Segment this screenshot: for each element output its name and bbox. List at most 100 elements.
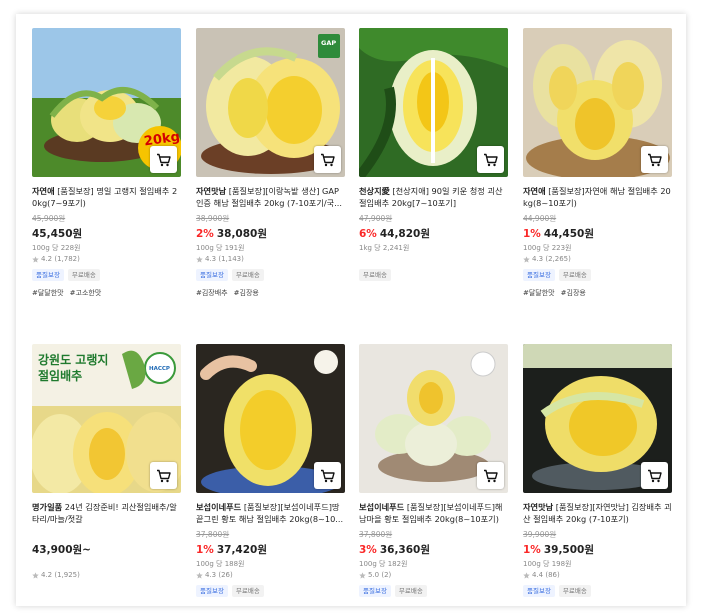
cart-icon — [156, 153, 171, 167]
quality-guarantee-badge: 품질보장 — [523, 585, 555, 597]
product-image[interactable]: 강원도 고랭지 절임배추 HACCP — [32, 344, 181, 493]
badge-list: 무료배송 — [359, 269, 508, 281]
price-row: 1% 39,500원 — [523, 542, 672, 556]
add-to-cart-button[interactable] — [150, 462, 177, 489]
product-image[interactable]: GAP — [196, 28, 345, 177]
cart-icon — [483, 153, 498, 167]
add-to-cart-button[interactable] — [477, 462, 504, 489]
product-card[interactable]: GAP 자연맛남 [품질보장][이랑녹밭 생산] GAP 인증 해남 절임배추 … — [196, 28, 345, 298]
star-icon — [523, 255, 530, 263]
brand-name: 자연맛남 — [196, 186, 227, 196]
rating: 5.0 (2) — [359, 570, 508, 580]
product-card[interactable]: 보섭이네푸드 [품질보장][보섭이네푸드]땅끝그린 황토 해남 절임배추 20k… — [196, 344, 345, 606]
product-title[interactable]: 보섭이네푸드 [품질보장][보섭이네푸드]땅끝그린 황토 해남 절임배추 20k… — [196, 501, 345, 525]
hashtag-link[interactable]: #김장용 — [234, 288, 259, 298]
price-row: 2% 38,080원 — [196, 226, 345, 240]
product-grid-panel: 20kg 자연애 [품질보장] 명일 고랭지 절임배추 20kg(7~9포기) … — [16, 14, 686, 606]
product-card[interactable]: 20kg 자연애 [품질보장] 명일 고랭지 절임배추 20kg(7~9포기) … — [32, 28, 181, 298]
free-shipping-badge: 무료배송 — [231, 269, 264, 281]
hashtag-list — [523, 604, 672, 606]
product-image[interactable] — [359, 28, 508, 177]
brand-name: 자연애 — [523, 186, 546, 196]
product-title[interactable]: 천상지愛 [천상지애] 90일 키운 청정 괴산 절임배추 20kg[7~10포… — [359, 185, 508, 209]
original-price: 38,900원 — [196, 214, 230, 223]
rating-text: 4.4 (86) — [532, 571, 560, 579]
sale-price: 37,420원 — [216, 544, 268, 556]
unit-price: 100g 당 188원 — [196, 560, 245, 568]
add-to-cart-button[interactable] — [314, 146, 341, 173]
product-title[interactable]: 자연애 [품질보장] 명일 고랭지 절임배추 20kg(7~9포기) — [32, 185, 181, 209]
hashtag-link[interactable]: #고소한맛 — [70, 288, 102, 298]
original-price: 37,800원 — [359, 530, 393, 539]
product-title[interactable]: 보섭이네푸드 [품질보장][보섭이네푸드]해남마을 황토 절임배추 20kg(8… — [359, 501, 508, 525]
product-image[interactable] — [196, 344, 345, 493]
brand-name: 자연맛남 — [523, 502, 554, 512]
sale-price: 43,900원~ — [32, 544, 91, 556]
add-to-cart-button[interactable] — [641, 146, 668, 173]
original-price: 39,900원 — [523, 530, 557, 539]
sale-price: 45,450원 — [32, 228, 83, 240]
unit-price: 100g 당 198원 — [523, 560, 572, 568]
product-image[interactable] — [523, 344, 672, 493]
product-card[interactable]: 자연애 [품질보장]자연애 해남 절임배추 20kg(8~10포기) 44,90… — [523, 28, 672, 298]
price-row: 43,900원~ — [32, 542, 181, 556]
product-image[interactable]: 20kg — [32, 28, 181, 177]
product-card[interactable]: 자연맛남 [품질보장][자연맛남] 김장배추 괴산 절임배추 20kg (7-1… — [523, 344, 672, 606]
add-to-cart-button[interactable] — [477, 146, 504, 173]
free-shipping-badge: 무료배송 — [67, 269, 100, 281]
discount-rate: 6% — [359, 228, 377, 240]
original-price: 45,900원 — [32, 214, 66, 223]
product-title[interactable]: 자연맛남 [품질보장][자연맛남] 김장배추 괴산 절임배추 20kg (7-1… — [523, 501, 672, 525]
hashtag-list: #달달한맛 #고소한맛 — [32, 288, 181, 298]
brand-name: 자연애 — [32, 186, 55, 196]
hashtag-link[interactable]: #김장배추 — [196, 288, 228, 298]
quality-guarantee-badge: 품질보장 — [359, 585, 391, 597]
brand-name: 명가일품 — [32, 502, 63, 512]
hashtag-link[interactable]: #달달한맛 — [523, 288, 555, 298]
cart-icon — [320, 469, 335, 483]
product-title[interactable]: 자연애 [품질보장]자연애 해남 절임배추 20kg(8~10포기) — [523, 185, 672, 209]
hashtag-link[interactable]: #달달한맛 — [32, 288, 64, 298]
add-to-cart-button[interactable] — [641, 462, 668, 489]
hashtag-list — [196, 604, 345, 606]
discount-rate: 1% — [196, 544, 214, 556]
product-title-text: [품질보장]자연애 해남 절임배추 20kg(8~10포기) — [523, 186, 671, 208]
rating: 4.3 (2,265) — [523, 254, 672, 264]
discount-rate: 1% — [523, 544, 541, 556]
unit-price — [32, 559, 181, 568]
discount-rate: 1% — [523, 228, 541, 240]
free-shipping-badge: 무료배송 — [558, 269, 591, 281]
add-to-cart-button[interactable] — [314, 462, 341, 489]
hashtag-list — [359, 288, 508, 298]
hashtag-link[interactable]: #김장용 — [561, 288, 586, 298]
sale-price: 38,080원 — [216, 228, 268, 240]
cart-icon — [320, 153, 335, 167]
price-row: 45,450원 — [32, 226, 181, 240]
star-icon — [32, 255, 39, 263]
price-row: 3% 36,360원 — [359, 542, 508, 556]
rating-text: 4.2 (1,925) — [41, 571, 80, 579]
sale-price: 44,450원 — [543, 228, 595, 240]
badge-list: 품질보장 무료배송 — [523, 585, 672, 597]
brand-name: 보섭이네푸드 — [359, 502, 405, 512]
star-icon — [196, 255, 203, 263]
rating-text: 4.3 (2,265) — [532, 255, 571, 263]
hashtag-list — [32, 604, 181, 606]
product-title[interactable]: 명가일품 24년 김장준비! 괴산절임배추/알타리/마늘/젓갈 — [32, 501, 181, 525]
brand-name: 보섭이네푸드 — [196, 502, 242, 512]
price-row: 6% 44,820원 — [359, 226, 508, 240]
sale-price: 44,820원 — [379, 228, 431, 240]
rating — [359, 254, 508, 264]
rating: 4.3 (26) — [196, 570, 345, 580]
unit-price: 1kg 당 2,241원 — [359, 244, 410, 252]
product-image[interactable] — [359, 344, 508, 493]
hashtag-list: #김장배추 #김장용 — [196, 288, 345, 298]
product-card[interactable]: 보섭이네푸드 [품질보장][보섭이네푸드]해남마을 황토 절임배추 20kg(8… — [359, 344, 508, 606]
add-to-cart-button[interactable] — [150, 146, 177, 173]
product-card[interactable]: 천상지愛 [천상지애] 90일 키운 청정 괴산 절임배추 20kg[7~10포… — [359, 28, 508, 298]
product-card[interactable]: 강원도 고랭지 절임배추 HACCP 명가일품 24년 김장준비! 괴산절임배추… — [32, 344, 181, 606]
product-image[interactable] — [523, 28, 672, 177]
product-title[interactable]: 자연맛남 [품질보장][이랑녹밭 생산] GAP 인증 해남 절임배추 20kg… — [196, 185, 345, 209]
quality-guarantee-badge: 품질보장 — [523, 269, 555, 281]
badge-list: 품질보장 무료배송 — [359, 585, 508, 597]
